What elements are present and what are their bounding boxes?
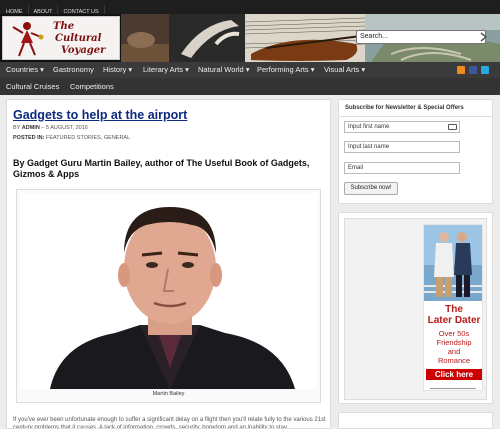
photo-caption: Martin Bailey	[152, 391, 185, 397]
nav-gastronomy[interactable]: Gastronomy	[53, 62, 94, 78]
portrait-image	[20, 193, 317, 389]
ad-container: The Later Dater Over 50s Friendship and …	[344, 218, 487, 400]
ad-tagline-1: Over 50s	[438, 329, 470, 338]
post-author-link[interactable]: ADMIN	[22, 125, 40, 131]
site-logo[interactable]: The Cultural Voyager	[2, 16, 120, 60]
logo-text-voyager: Voyager	[61, 45, 106, 56]
posted-in-label: POSTED IN:	[13, 135, 45, 141]
couple-photo	[424, 225, 482, 301]
post-body: If you've ever been unfortunate enough t…	[13, 417, 326, 429]
search-input[interactable]: Search...	[356, 30, 486, 44]
ad-title-the: The	[445, 304, 463, 315]
ad-widget: The Later Dater Over 50s Friendship and …	[338, 212, 493, 404]
nav-cultural-cruises[interactable]: Cultural Cruises	[6, 78, 59, 95]
last-name-input[interactable]: Input last name	[344, 141, 460, 153]
top-bar: HOME ABOUT CONTACT US	[0, 0, 500, 19]
dancer-figure-icon	[12, 22, 44, 57]
author-photo-frame: Martin Bailey	[16, 189, 321, 403]
subscribe-button[interactable]: Subscribe now!	[344, 182, 398, 195]
ad-tagline-4: Romance	[437, 356, 471, 365]
email-input[interactable]: Email	[344, 162, 460, 174]
nav-competitions[interactable]: Competitions	[70, 78, 114, 95]
facebook-icon[interactable]	[469, 66, 477, 74]
twitter-icon[interactable]	[481, 66, 489, 74]
search-arrow-icon[interactable]	[480, 31, 487, 43]
ad-tagline-2: Friendship	[436, 338, 472, 347]
byline-label: BY	[13, 125, 21, 131]
ad-tagline: Over 50s Friendship and Romance	[424, 329, 482, 365]
secondary-nav: Cultural Cruises Competitions	[0, 78, 500, 95]
nav-countries[interactable]: Countries ▾	[6, 62, 44, 78]
author-photo[interactable]	[20, 193, 317, 389]
post-subtitle: By Gadget Guru Martin Bailey, author of …	[13, 158, 310, 179]
ad-click-here-button[interactable]: Click here	[426, 369, 482, 380]
post-title-link[interactable]: Gadgets to help at the airport	[13, 108, 187, 122]
site-header: The Cultural Voyager Search...	[0, 14, 500, 62]
ad-title-later-dater: Later Dater	[427, 315, 481, 326]
ad-tagline-3: and	[447, 347, 461, 356]
post-categories: POSTED IN: FEATURED STORIES, GENERAL	[13, 135, 130, 141]
post-byline: BY ADMIN – 5 AUGUST, 2016	[13, 125, 88, 131]
first-name-placeholder: Input first name	[348, 124, 390, 130]
main-nav: Countries ▾ Gastronomy History ▾ Literar…	[0, 62, 500, 78]
last-name-placeholder: Input last name	[348, 144, 390, 150]
post-date: – 5 AUGUST, 2016	[41, 125, 88, 131]
contact-card-icon	[448, 124, 457, 130]
post-content: Gadgets to help at the airport BY ADMIN …	[6, 99, 331, 429]
ad-divider	[430, 388, 476, 389]
sidebar-widget-empty	[338, 412, 493, 429]
nav-history[interactable]: History ▾	[103, 62, 132, 78]
newsletter-title: Subscribe for Newsletter & Special Offer…	[345, 105, 464, 111]
email-placeholder: Email	[348, 165, 364, 171]
rss-icon[interactable]	[457, 66, 465, 74]
widget-divider	[339, 116, 492, 117]
later-dater-ad[interactable]: The Later Dater Over 50s Friendship and …	[423, 224, 483, 391]
category-links[interactable]: FEATURED STORIES, GENERAL	[46, 135, 130, 141]
logo-text-the: The	[53, 21, 75, 32]
nav-performing-arts[interactable]: Performing Arts ▾	[257, 62, 315, 78]
newsletter-widget: Subscribe for Newsletter & Special Offer…	[338, 99, 493, 204]
nav-literary-arts[interactable]: Literary Arts ▾	[143, 62, 189, 78]
nav-natural-world[interactable]: Natural World ▾	[198, 62, 250, 78]
first-name-input[interactable]: Input first name	[344, 121, 460, 133]
nav-visual-arts[interactable]: Visual Arts ▾	[324, 62, 365, 78]
logo-text-cultural: Cultural	[55, 33, 102, 44]
